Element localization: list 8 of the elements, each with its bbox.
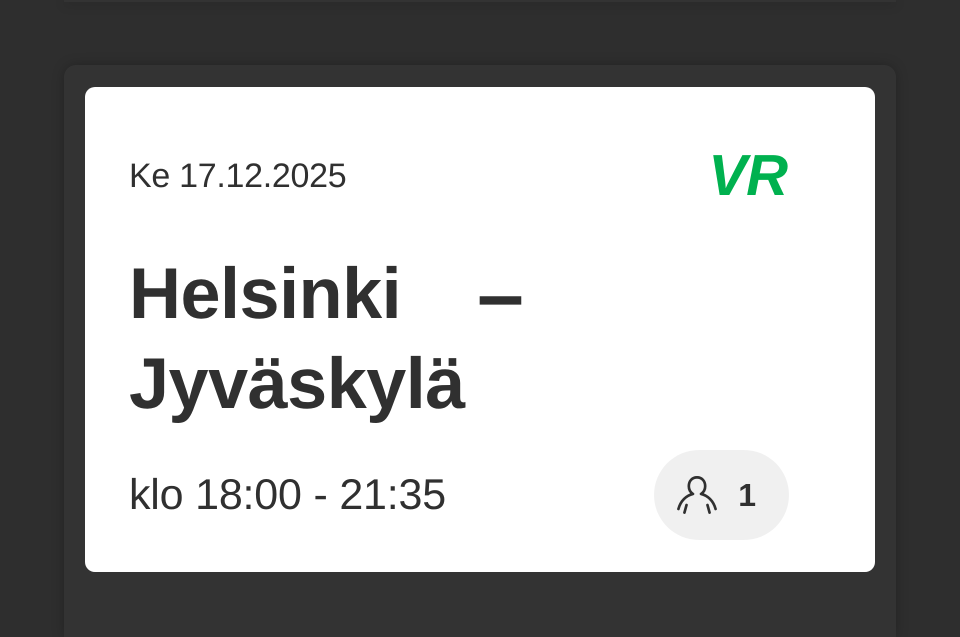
departure-time: klo 18:00 - 21:35 bbox=[129, 470, 446, 520]
destination-station: Jyväskylä bbox=[129, 343, 465, 426]
logo: VR bbox=[707, 153, 788, 199]
route-separator: – bbox=[477, 249, 524, 339]
passenger-number: 1 bbox=[738, 476, 756, 515]
origin-station: Helsinki bbox=[129, 253, 402, 336]
travel-date: Ke 17.12.2025 bbox=[129, 156, 346, 197]
person-icon bbox=[676, 475, 718, 515]
